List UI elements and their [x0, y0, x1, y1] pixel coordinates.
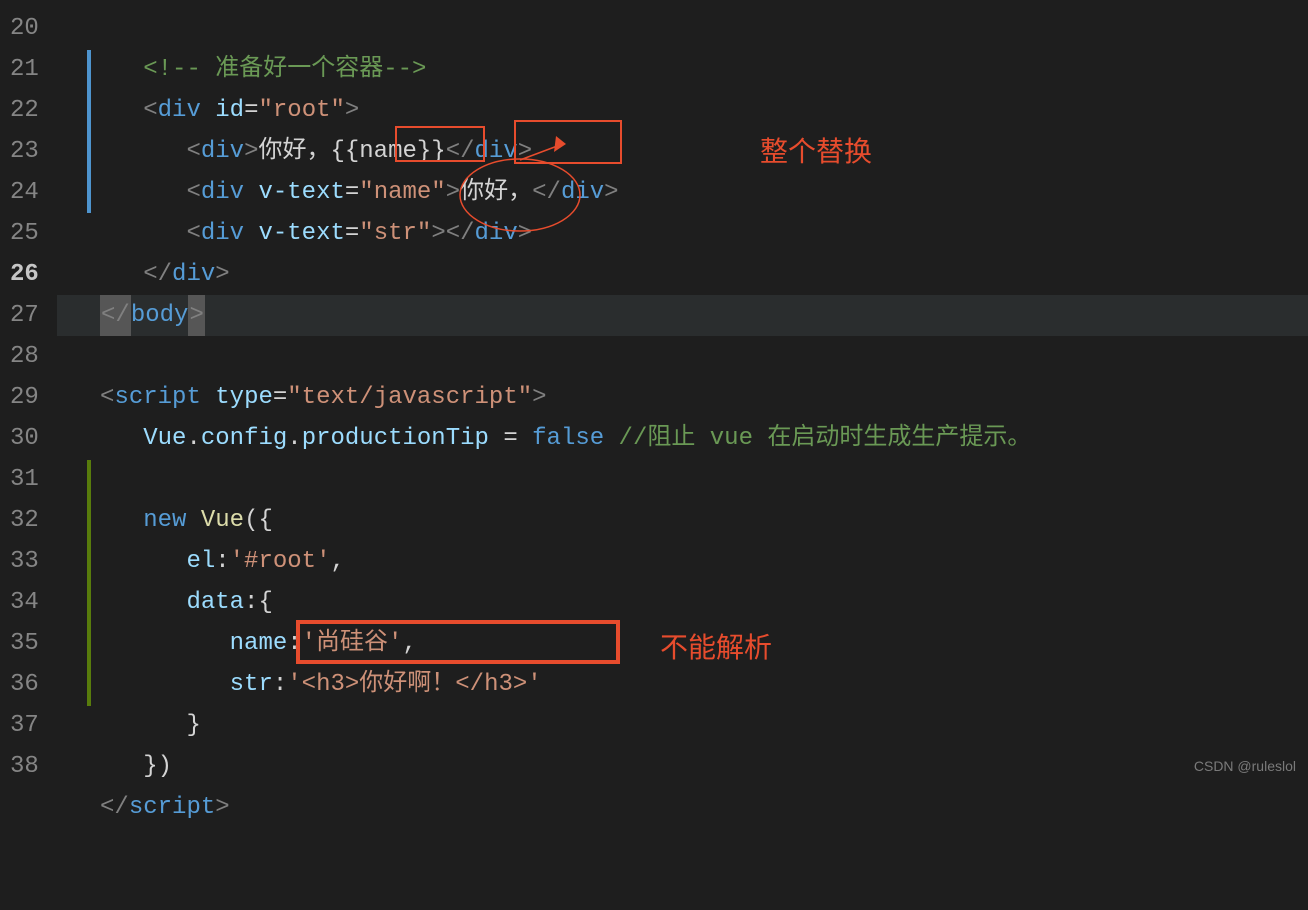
- line-number-active: 26: [10, 254, 39, 295]
- line-number: 27: [10, 295, 39, 336]
- line-number: 24: [10, 172, 39, 213]
- cursor: </: [100, 295, 131, 336]
- code-line[interactable]: <div id="root">: [57, 90, 1308, 131]
- watermark: CSDN @ruleslol: [1194, 758, 1296, 774]
- line-number: 25: [10, 213, 39, 254]
- code-line[interactable]: [57, 336, 1308, 377]
- code-line[interactable]: data:{: [57, 582, 1308, 623]
- line-number: 29: [10, 377, 39, 418]
- code-line[interactable]: <script type="text/javascript">: [57, 377, 1308, 418]
- line-number: 23: [10, 131, 39, 172]
- code-line[interactable]: }: [57, 705, 1308, 746]
- code-line[interactable]: <div>你好，{{name}}</div>: [57, 131, 1308, 172]
- code-line-active[interactable]: </body>: [57, 295, 1308, 336]
- line-number-gutter: 20 21 22 23 24 25 26 27 28 29 30 31 32 3…: [0, 0, 57, 782]
- code-line[interactable]: str:'<h3>你好啊！</h3>': [57, 664, 1308, 705]
- code-line[interactable]: <!-- 准备好一个容器-->: [57, 49, 1308, 90]
- code-line[interactable]: <div v-text="str"></div>: [57, 213, 1308, 254]
- line-number: 33: [10, 541, 39, 582]
- line-number: 32: [10, 500, 39, 541]
- code-area[interactable]: <!-- 准备好一个容器--> <div id="root"> <div>你好，…: [57, 0, 1308, 782]
- line-number: 28: [10, 336, 39, 377]
- line-number: 36: [10, 664, 39, 705]
- line-number: 21: [10, 49, 39, 90]
- line-number: 35: [10, 623, 39, 664]
- line-number: 38: [10, 746, 39, 787]
- code-line[interactable]: <div v-text="name">你好，</div>: [57, 172, 1308, 213]
- code-line[interactable]: name:'尚硅谷',: [57, 623, 1308, 664]
- code-line[interactable]: [57, 459, 1308, 500]
- code-line[interactable]: </script>: [57, 787, 1308, 828]
- line-number: 34: [10, 582, 39, 623]
- code-line[interactable]: }): [57, 746, 1308, 787]
- code-line[interactable]: el:'#root',: [57, 541, 1308, 582]
- code-line[interactable]: </div>: [57, 254, 1308, 295]
- line-number: 30: [10, 418, 39, 459]
- line-number: 31: [10, 459, 39, 500]
- line-number: 20: [10, 8, 39, 49]
- code-editor[interactable]: 20 21 22 23 24 25 26 27 28 29 30 31 32 3…: [0, 0, 1308, 782]
- line-number: 37: [10, 705, 39, 746]
- code-line[interactable]: new Vue({: [57, 500, 1308, 541]
- line-number: 22: [10, 90, 39, 131]
- code-line[interactable]: Vue.config.productionTip = false //阻止 vu…: [57, 418, 1308, 459]
